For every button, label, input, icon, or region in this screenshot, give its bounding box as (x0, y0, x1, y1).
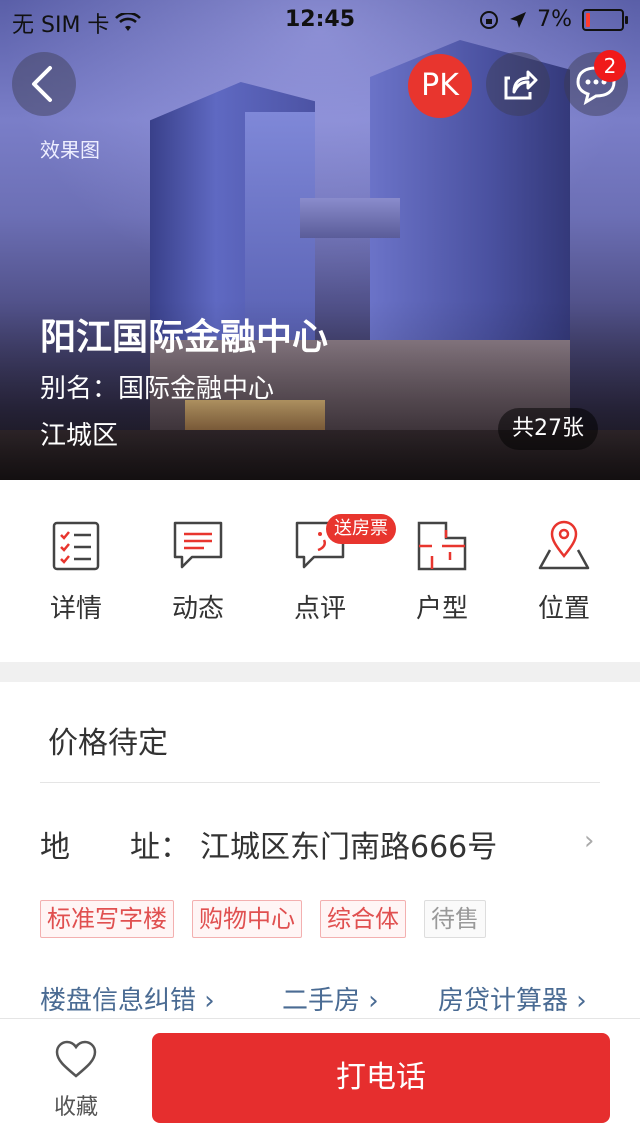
pk-button[interactable]: PK (408, 54, 472, 118)
message-count-badge: 2 (594, 50, 626, 82)
address-value: 江城区东门南路666号 (200, 830, 498, 865)
back-button[interactable] (12, 52, 76, 116)
rotation-lock-icon (480, 10, 499, 29)
feature-nav: 详情 动态 点评 户型 位置 (0, 480, 640, 662)
message-lines-icon (173, 521, 223, 569)
section-divider (0, 662, 640, 682)
favorite-button[interactable]: 收藏 (40, 1039, 112, 1121)
report-error-link[interactable]: 楼盘信息纠错 › (40, 980, 215, 1017)
bottom-action-bar: 收藏 打电话 (0, 1018, 640, 1137)
favorite-label: 收藏 (53, 1095, 98, 1120)
address-label-2: 址： (130, 830, 190, 865)
battery-percent: 7% (537, 7, 572, 32)
nav-label-location: 位置 (537, 594, 590, 624)
project-alias: 别名：国际金融中心 (40, 374, 275, 404)
nav-item-news[interactable]: 动态 (148, 520, 248, 625)
nav-item-details[interactable]: 详情 (26, 520, 126, 625)
checklist-icon (52, 521, 100, 571)
separator (40, 782, 600, 783)
skybridge (300, 198, 400, 238)
photo-count-badge[interactable]: 共27张 (498, 408, 598, 450)
nav-label-details: 详情 (49, 594, 102, 624)
chevron-left-icon (32, 66, 52, 102)
status-bar: 无 SIM 卡 12:45 7% (0, 0, 640, 40)
floorplan-icon (417, 521, 467, 571)
review-gift-badge: 送房票 (326, 514, 396, 544)
share-button[interactable] (486, 52, 550, 116)
project-district: 江城区 (40, 421, 119, 451)
chevron-right-icon: › (584, 826, 595, 856)
tag-sale-status: 待售 (424, 900, 486, 938)
quick-links: 楼盘信息纠错 › 二手房 › 房贷计算器 › (40, 980, 610, 1016)
tag-office: 标准写字楼 (40, 900, 174, 938)
location-pin-icon (538, 520, 590, 570)
heart-icon (55, 1040, 97, 1078)
address-label-1: 地 (40, 830, 70, 865)
price-text: 价格待定 (48, 726, 168, 761)
location-arrow-icon (510, 11, 527, 28)
nav-label-floorplan: 户型 (415, 594, 468, 624)
tag-complex: 综合体 (320, 900, 406, 938)
share-icon (504, 70, 538, 100)
call-button[interactable]: 打电话 (152, 1033, 610, 1123)
nav-item-location[interactable]: 位置 (514, 520, 614, 625)
nav-label-news: 动态 (171, 594, 224, 624)
nav-item-floorplan[interactable]: 户型 (392, 520, 492, 625)
battery-icon (582, 8, 628, 31)
render-label: 效果图 (40, 138, 100, 162)
mortgage-calculator-link[interactable]: 房贷计算器 › (438, 980, 587, 1017)
nav-label-reviews: 点评 (293, 594, 346, 624)
tag-shopping: 购物中心 (192, 900, 302, 938)
second-hand-link[interactable]: 二手房 › (282, 980, 379, 1017)
tag-list: 标准写字楼 购物中心 综合体 待售 (40, 900, 486, 938)
project-title: 阳江国际金融中心 (40, 317, 329, 358)
